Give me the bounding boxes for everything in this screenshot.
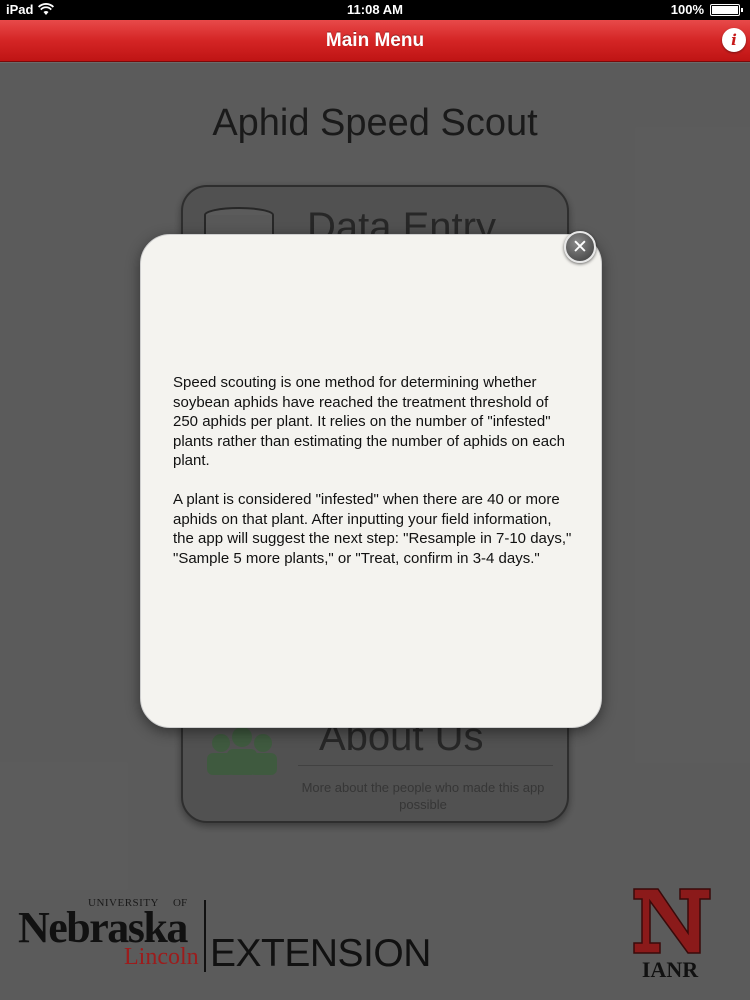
logo-divider [204,900,206,972]
ianr-logo: IANR [630,885,714,985]
unl-extension-logo: UNIVERSITY OF Nebraska Lincoln EXTENSION [18,890,431,980]
clock: 11:08 AM [347,2,403,17]
info-icon: i [731,31,737,49]
n-logo-icon [633,888,711,954]
popup-paragraph: A plant is considered "infested" when th… [173,490,572,567]
ianr-text: IANR [641,957,699,982]
info-button[interactable]: i [722,28,746,52]
close-icon: ✕ [572,236,588,258]
battery-percentage: 100% [670,2,704,17]
nav-title: Main Menu [325,30,425,51]
logo-lincoln-text: Lincoln [124,944,199,970]
logo-extension-text: EXTENSION [210,932,431,975]
status-bar: iPad 11:08 AM 100% [0,0,750,20]
close-button[interactable]: ✕ [564,231,596,263]
info-popup: Speed scouting is one method for determi… [140,234,602,728]
navigation-bar: Main Menu i [0,20,750,62]
popup-body: Speed scouting is one method for determi… [173,373,573,587]
popup-paragraph: Speed scouting is one method for determi… [173,374,565,470]
battery-icon [710,4,743,16]
